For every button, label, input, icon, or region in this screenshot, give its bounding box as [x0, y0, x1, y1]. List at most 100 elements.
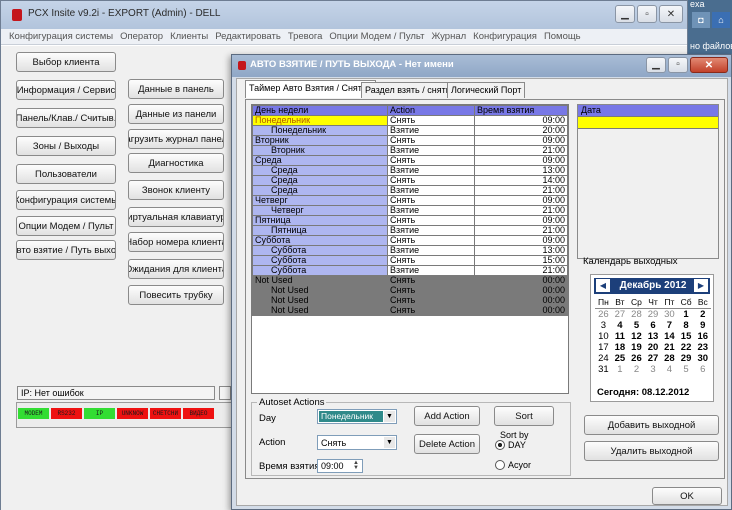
calendar-day[interactable]: 7: [661, 320, 677, 331]
delete-action-button[interactable]: Delete Action: [414, 434, 480, 454]
menu-item[interactable]: Тревога: [288, 31, 323, 42]
menu-item[interactable]: Помощь: [544, 31, 581, 42]
calendar-day[interactable]: 28: [628, 309, 645, 321]
menu-item[interactable]: Конфигурация: [473, 31, 537, 42]
tab[interactable]: Таймер Авто Взятия / Снятия: [245, 80, 376, 98]
menu-item[interactable]: Журнал: [432, 31, 467, 42]
dialog-maximize-button[interactable]: ▫: [668, 57, 688, 73]
calendar-day[interactable]: 30: [695, 353, 711, 364]
calendar-day[interactable]: 6: [645, 320, 661, 331]
calendar-day[interactable]: 15: [678, 331, 695, 342]
table-row[interactable]: Пятница Снять 09:00: [252, 215, 568, 226]
calendar-day[interactable]: 29: [678, 353, 695, 364]
table-row[interactable]: Четверг Взятие 21:00: [252, 205, 568, 216]
calendar-day[interactable]: 25: [612, 353, 628, 364]
action-button[interactable]: Ожидания для клиента: [128, 259, 224, 279]
action-button[interactable]: Набор номера клиента: [128, 232, 224, 252]
add-holiday-button[interactable]: Добавить выходной: [584, 415, 719, 435]
calendar-day[interactable]: 20: [645, 342, 661, 353]
nav-button[interactable]: Панель/Клав./ Считыв.: [16, 108, 116, 128]
table-row[interactable]: Среда Взятие 21:00: [252, 185, 568, 196]
table-row[interactable]: Четверг Снять 09:00: [252, 195, 568, 206]
calendar-day[interactable]: 10: [595, 331, 612, 342]
action-button[interactable]: Данные в панель: [128, 79, 224, 99]
action-select[interactable]: Снять ▼: [317, 435, 397, 450]
calendar-day[interactable]: 26: [595, 309, 612, 321]
nav-button[interactable]: Зоны / Выходы: [16, 136, 116, 156]
holiday-date-list[interactable]: Дата: [577, 104, 719, 259]
table-row[interactable]: Not Used Снять 00:00: [252, 275, 568, 286]
col-header-day[interactable]: День недели: [252, 105, 388, 116]
calendar-day[interactable]: 19: [628, 342, 645, 353]
day-select[interactable]: Понедельник ▼: [317, 409, 397, 424]
table-row[interactable]: Not Used Снять 00:00: [252, 285, 568, 296]
calendar-day[interactable]: 5: [678, 364, 695, 375]
menu-item[interactable]: Конфигурация системы: [9, 31, 113, 42]
calendar-day[interactable]: 5: [628, 320, 645, 331]
date-selected-row[interactable]: [578, 117, 718, 129]
calendar-day[interactable]: 27: [612, 309, 628, 321]
calendar-day[interactable]: 16: [695, 331, 711, 342]
nav-button[interactable]: ъвто взятие / Путь выход: [16, 240, 116, 260]
calendar-day[interactable]: 30: [661, 309, 677, 321]
calendar-day[interactable]: 23: [695, 342, 711, 353]
calendar-day[interactable]: 1: [612, 364, 628, 375]
sort-day-radio[interactable]: DAY: [495, 440, 526, 450]
sort-button[interactable]: Sort: [494, 406, 554, 426]
action-button[interactable]: Загрузить журнал панели: [128, 129, 224, 149]
table-row[interactable]: Not Used Снять 00:00: [252, 295, 568, 306]
table-row[interactable]: Среда Снять 09:00: [252, 155, 568, 166]
calendar[interactable]: ◀ Декабрь 2012 ▶ Пн Вт Ср Чт Пт Сб Вс 26 27 28 29 3…: [590, 274, 714, 402]
calendar-day[interactable]: 28: [661, 353, 677, 364]
calendar-day[interactable]: 6: [695, 364, 711, 375]
table-row[interactable]: Суббота Взятие 21:00: [252, 265, 568, 276]
add-action-button[interactable]: Add Action: [414, 406, 480, 426]
calendar-day[interactable]: 1: [678, 309, 695, 321]
calendar-day[interactable]: 4: [661, 364, 677, 375]
table-row[interactable]: Пятница Взятие 21:00: [252, 225, 568, 236]
calendar-day[interactable]: 2: [628, 364, 645, 375]
table-row[interactable]: Суббота Снять 15:00: [252, 255, 568, 266]
calendar-day[interactable]: 29: [645, 309, 661, 321]
nav-button[interactable]: Опции Модем / Пульт: [16, 216, 116, 236]
calendar-day[interactable]: 22: [678, 342, 695, 353]
dialog-minimize-button[interactable]: ▁: [646, 57, 666, 73]
tab[interactable]: Логический Порт: [447, 82, 526, 98]
nav-button[interactable]: Конфигурация системы: [16, 190, 116, 210]
action-button[interactable]: Виртуальная клавиатура: [128, 207, 224, 227]
calendar-day[interactable]: 9: [695, 320, 711, 331]
sort-acyor-radio[interactable]: Acyor: [495, 460, 531, 470]
table-row[interactable]: Понедельник Взятие 20:00: [252, 125, 568, 136]
calendar-day[interactable]: 13: [645, 331, 661, 342]
dialog-close-button[interactable]: ✕: [690, 57, 728, 73]
minimize-button[interactable]: ▁: [615, 5, 635, 23]
table-row[interactable]: Среда Снять 14:00: [252, 175, 568, 186]
calendar-next-button[interactable]: ▶: [694, 279, 708, 292]
table-row[interactable]: Суббота Взятие 13:00: [252, 245, 568, 256]
action-button[interactable]: Диагностика: [128, 153, 224, 173]
time-spinner[interactable]: 09:00 ▲ ▼: [317, 459, 363, 473]
calendar-day[interactable]: 2: [695, 309, 711, 321]
action-button[interactable]: Повесить трубку: [128, 285, 224, 305]
table-row[interactable]: Суббота Снять 09:00: [252, 235, 568, 246]
table-row[interactable]: Not Used Снять 00:00: [252, 305, 568, 316]
action-button[interactable]: Звонок клиенту: [128, 180, 224, 200]
calendar-day[interactable]: 31: [595, 364, 612, 375]
menu-item[interactable]: Редактировать: [215, 31, 281, 42]
calendar-day[interactable]: 18: [612, 342, 628, 353]
menu-item[interactable]: Оператор: [120, 31, 163, 42]
col-header-time[interactable]: Время взятия: [474, 105, 568, 116]
calendar-day[interactable]: 24: [595, 353, 612, 364]
spin-arrows-icon[interactable]: ▲ ▼: [351, 460, 361, 471]
maximize-button[interactable]: ▫: [637, 5, 657, 23]
calendar-day[interactable]: 14: [661, 331, 677, 342]
nav-button[interactable]: Информация / Сервис: [16, 80, 116, 100]
calendar-day[interactable]: 3: [645, 364, 661, 375]
calendar-day[interactable]: 3: [595, 320, 612, 331]
tab[interactable]: Раздел взять / снять: [361, 82, 455, 98]
calendar-day[interactable]: 17: [595, 342, 612, 353]
col-header-action[interactable]: Action: [387, 105, 475, 116]
calendar-day[interactable]: 21: [661, 342, 677, 353]
close-button[interactable]: ✕: [659, 5, 683, 23]
table-row[interactable]: Среда Взятие 13:00: [252, 165, 568, 176]
